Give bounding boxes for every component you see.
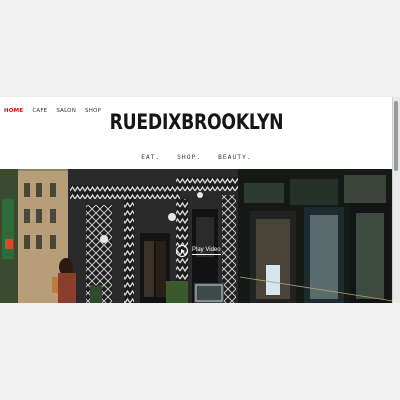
play-video-button[interactable]: Play Video <box>176 245 221 257</box>
page-scrollbar[interactable] <box>392 97 400 303</box>
play-video-label: Play Video <box>192 247 221 255</box>
tagline-eat: EAT. <box>141 154 161 161</box>
tagline-shop: SHOP. <box>177 154 202 161</box>
play-icon <box>176 245 188 257</box>
hero-video-banner[interactable] <box>0 169 393 303</box>
nav-item-home[interactable]: HOME <box>4 108 23 114</box>
scrollbar-thumb[interactable] <box>394 101 398 171</box>
tagline: EAT. SHOP. BEAUTY. <box>0 154 393 161</box>
storefront-scene-image <box>0 169 393 303</box>
tagline-beauty: BEAUTY. <box>218 154 252 161</box>
site-title[interactable]: RUEDIXBROOKLYN <box>35 110 357 134</box>
